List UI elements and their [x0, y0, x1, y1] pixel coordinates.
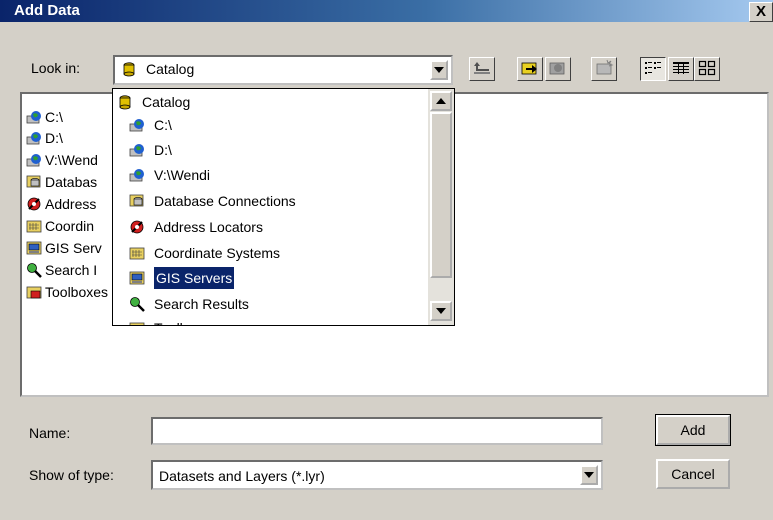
chevron-down-icon — [584, 472, 594, 478]
coordinate-systems-icon — [26, 218, 42, 234]
details-view-icon — [672, 60, 690, 79]
coordinate-systems-icon — [129, 245, 145, 261]
search-results-icon — [129, 296, 145, 312]
drive-globe-icon — [26, 109, 42, 125]
up-one-level-icon — [473, 61, 491, 78]
dropdown-item-coordinate-systems[interactable]: Coordinate Systems — [129, 242, 280, 264]
name-label: Name: — [29, 425, 71, 441]
list-item[interactable]: GIS Serv — [26, 238, 102, 258]
scroll-thumb[interactable] — [430, 112, 452, 278]
catalog-icon — [117, 94, 133, 110]
dropdown-scrollbar[interactable] — [428, 89, 454, 325]
cancel-button[interactable]: Cancel — [656, 459, 730, 489]
gis-servers-icon — [129, 270, 145, 286]
up-one-level-button[interactable] — [469, 57, 495, 81]
show-of-type-dropdown-button[interactable] — [580, 465, 598, 485]
search-results-icon — [26, 262, 42, 278]
look-in-combo[interactable]: Catalog — [113, 55, 453, 85]
list-item[interactable]: C:\ — [26, 107, 63, 127]
drive-globe-icon — [129, 167, 145, 183]
list-item[interactable]: Databas — [26, 172, 97, 192]
close-button[interactable]: X — [749, 2, 773, 22]
list-item[interactable]: V:\Wend — [26, 150, 98, 170]
look-in-label: Look in: — [31, 60, 81, 76]
gis-servers-icon — [26, 240, 42, 256]
chevron-up-icon — [436, 98, 446, 104]
connect-folder-icon — [520, 59, 540, 80]
dropdown-item-toolboxes[interactable]: Toolboxes — [129, 317, 217, 325]
disconnect-folder-icon — [548, 59, 568, 80]
chevron-down-icon — [434, 67, 444, 73]
list-item[interactable]: Coordin — [26, 216, 94, 236]
list-item[interactable]: Toolboxes — [26, 282, 108, 302]
name-input[interactable] — [151, 417, 603, 445]
title-bar: Add Data X — [0, 0, 773, 22]
dropdown-item-v-wendi[interactable]: V:\Wendi — [129, 164, 210, 186]
scroll-up-button[interactable] — [430, 91, 452, 111]
list-item[interactable]: Address — [26, 194, 96, 214]
new-folder-icon — [594, 59, 614, 80]
show-of-type-value: Datasets and Layers (*.lyr) — [159, 468, 325, 484]
list-item[interactable]: D:\ — [26, 128, 63, 148]
dropdown-item-d-drive[interactable]: D:\ — [129, 139, 172, 161]
database-icon — [129, 193, 145, 209]
connect-folder-button[interactable] — [517, 57, 543, 81]
address-locator-icon — [26, 196, 42, 212]
details-view-button[interactable] — [668, 57, 694, 81]
look-in-dropdown-button[interactable] — [430, 60, 448, 80]
dropdown-item-search-results[interactable]: Search Results — [129, 293, 249, 315]
window-title: Add Data — [14, 2, 80, 19]
catalog-icon — [121, 61, 137, 77]
list-item[interactable]: Search I — [26, 260, 97, 280]
thumbnails-view-icon — [698, 60, 716, 79]
list-view-button[interactable] — [640, 57, 666, 81]
dropdown-item-gis-servers[interactable]: GIS Servers — [129, 267, 235, 289]
disconnect-folder-button[interactable] — [545, 57, 571, 81]
dropdown-item-c-drive[interactable]: C:\ — [129, 114, 172, 136]
list-view-icon — [644, 60, 662, 79]
dropdown-item-database-connections[interactable]: Database Connections — [129, 190, 296, 212]
dropdown-item-address-locators[interactable]: Address Locators — [129, 216, 263, 238]
add-button[interactable]: Add — [655, 414, 731, 446]
drive-globe-icon — [26, 152, 42, 168]
database-icon — [26, 174, 42, 190]
address-locator-icon — [129, 219, 145, 235]
scroll-down-button[interactable] — [430, 301, 452, 321]
look-in-value: Catalog — [146, 61, 195, 77]
drive-globe-icon — [129, 142, 145, 158]
show-of-type-combo[interactable]: Datasets and Layers (*.lyr) — [151, 460, 603, 490]
chevron-down-icon — [436, 308, 446, 314]
drive-globe-icon — [26, 130, 42, 146]
show-of-type-label: Show of type: — [29, 467, 114, 483]
dropdown-item-catalog[interactable]: Catalog — [117, 91, 190, 113]
toolboxes-icon — [129, 320, 145, 325]
drive-globe-icon — [129, 117, 145, 133]
toolboxes-icon — [26, 284, 42, 300]
new-folder-button[interactable] — [591, 57, 617, 81]
thumbnails-view-button[interactable] — [694, 57, 720, 81]
look-in-dropdown-list[interactable]: Catalog C:\ D:\ V:\Wendi Database Connec… — [112, 88, 455, 326]
